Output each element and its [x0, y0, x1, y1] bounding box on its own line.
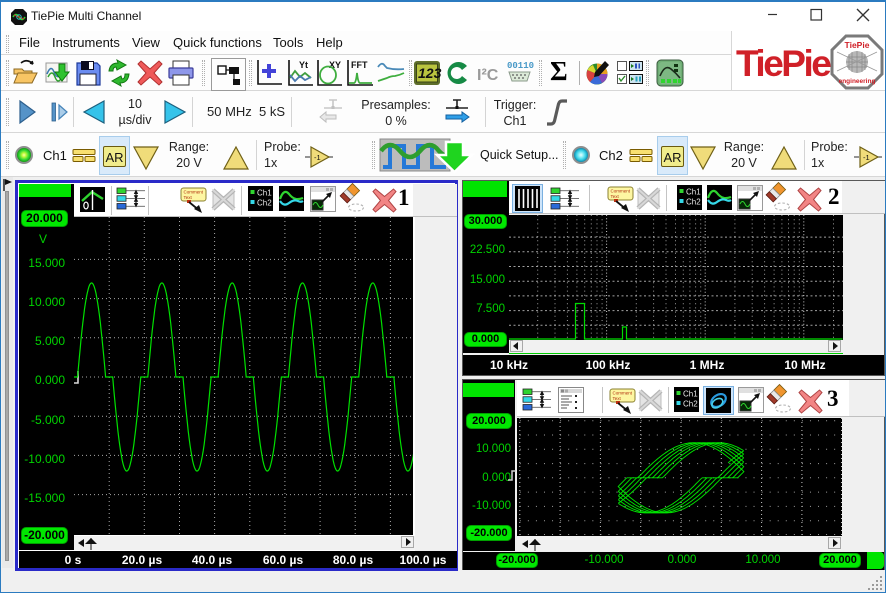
svg-text:-1: -1 [863, 153, 870, 162]
svg-text:Ch2: Ch2 [257, 199, 272, 208]
svg-text:Comment: Comment [611, 189, 631, 194]
svg-text:Comment: Comment [613, 391, 633, 396]
svg-text:Text: Text [613, 396, 622, 401]
svg-text:engineering: engineering [839, 78, 876, 85]
svg-text:Ch2: Ch2 [686, 198, 701, 207]
svg-text:Text: Text [184, 195, 193, 200]
svg-text:I²C: I²C [477, 67, 499, 84]
svg-text:123: 123 [418, 65, 442, 81]
svg-text:Comment: Comment [184, 190, 204, 195]
svg-text:00110: 00110 [507, 61, 534, 71]
svg-text:Ch1: Ch1 [683, 390, 698, 399]
svg-text:Ch1: Ch1 [686, 188, 701, 197]
svg-text:Yt: Yt [299, 60, 308, 70]
svg-text:-1: -1 [314, 153, 321, 162]
svg-text:Ch1: Ch1 [257, 189, 272, 198]
svg-text:Text: Text [611, 194, 620, 199]
svg-text:XY: XY [329, 60, 341, 70]
svg-text:Ch2: Ch2 [683, 400, 698, 409]
svg-text:FFT: FFT [351, 60, 368, 70]
svg-text:TiePie: TiePie [845, 40, 870, 50]
